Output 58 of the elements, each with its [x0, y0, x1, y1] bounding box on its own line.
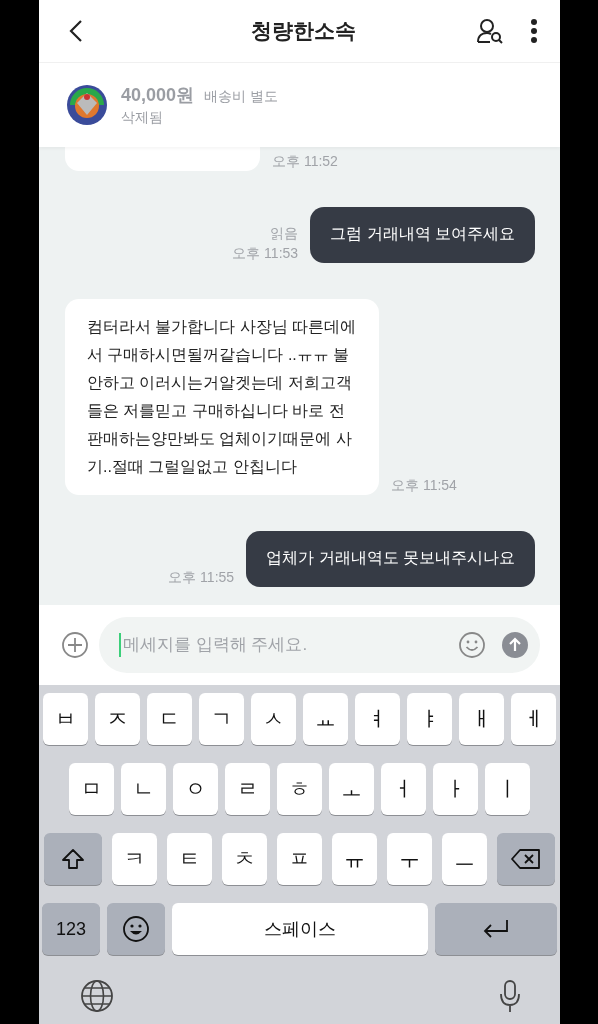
product-status: 삭제됨 — [121, 109, 164, 127]
keyboard-key[interactable]: ㅣ — [485, 763, 530, 815]
keyboard-key[interactable]: ㅕ — [355, 693, 400, 745]
keyboard-key[interactable]: ㅡ — [442, 833, 487, 885]
keyboard-key[interactable]: ㅊ — [222, 833, 267, 885]
message-time: 오후 11:55 — [168, 568, 235, 587]
keyboard-key[interactable]: ㅗ — [329, 763, 374, 815]
keyboard-key[interactable]: ㅂ — [43, 693, 88, 745]
space-key[interactable]: 스페이스 — [172, 903, 428, 955]
keyboard-key[interactable]: ㅎ — [277, 763, 322, 815]
back-icon[interactable] — [69, 19, 83, 43]
keyboard-key[interactable]: ㅇ — [173, 763, 218, 815]
keyboard-key[interactable]: ㅁ — [69, 763, 114, 815]
emoji-key[interactable] — [107, 903, 165, 955]
return-arrow-icon — [481, 918, 511, 940]
add-icon[interactable] — [61, 631, 89, 659]
keyboard-key[interactable]: ㅑ — [407, 693, 452, 745]
send-icon[interactable] — [502, 632, 528, 658]
emoji-icon[interactable] — [458, 631, 486, 659]
keyboard-key[interactable]: ㅌ — [167, 833, 212, 885]
read-receipt: 읽음 — [270, 224, 299, 243]
backspace-icon — [511, 848, 541, 870]
message-bubble: 그럼 거래내역 보여주세요 — [310, 207, 535, 263]
message-bubble: 업체가 거래내역도 못보내주시나요 — [246, 531, 535, 587]
keyboard-key[interactable]: ㅜ — [387, 833, 432, 885]
message-input[interactable]: 메세지를 입력해 주세요. — [121, 634, 442, 656]
message-time: 오후 11:52 — [272, 152, 338, 171]
message-time: 오후 11:54 — [391, 476, 457, 495]
globe-icon[interactable] — [80, 979, 114, 1013]
shift-arrow-icon — [61, 848, 85, 870]
shift-key[interactable] — [44, 833, 102, 885]
backspace-key[interactable] — [497, 833, 555, 885]
user-search-icon[interactable] — [476, 18, 504, 44]
keyboard-key[interactable]: ㅋ — [112, 833, 157, 885]
more-icon[interactable] — [530, 18, 538, 44]
keyboard-key[interactable]: ㅓ — [381, 763, 426, 815]
keyboard-key[interactable]: ㅠ — [332, 833, 377, 885]
keyboard-key[interactable]: ㅛ — [303, 693, 348, 745]
keyboard-key[interactable]: ㄷ — [147, 693, 192, 745]
keyboard-key[interactable]: ㄹ — [225, 763, 270, 815]
number-mode-key[interactable]: 123 — [42, 903, 100, 955]
shipping-note: 배송비 별도 — [204, 88, 278, 106]
message-bubble: 컴터라서 불가합니다 사장님 따른데에서 구매하시면될꺼같습니다 ..ㅠㅠ 불안하고 이러시는거알겟는데 저희고객들은 저를믿고 구매하십니다 바로 전 판매하는양만봐도 업체이기때문에 사기..절때 그럴일없고 안칩니다 — [65, 299, 379, 495]
product-price: 40,000원 — [121, 84, 195, 107]
composer-bar[interactable]: 메세지를 입력해 주세요. — [99, 617, 540, 673]
smiley-icon — [122, 915, 150, 943]
message-time: 오후 11:53 — [232, 244, 299, 263]
keyboard-key[interactable]: ㄱ — [199, 693, 244, 745]
keyboard-key[interactable]: ㅔ — [511, 693, 556, 745]
keyboard-key[interactable]: ㅏ — [433, 763, 478, 815]
product-thumbnail-icon — [65, 83, 109, 127]
keyboard-key[interactable]: ㅐ — [459, 693, 504, 745]
chat-title: 청량한소속 — [251, 18, 356, 44]
keyboard-key[interactable]: ㅍ — [277, 833, 322, 885]
keyboard-key[interactable]: ㅈ — [95, 693, 140, 745]
keyboard-key[interactable]: ㅅ — [251, 693, 296, 745]
keyboard-key[interactable]: ㄴ — [121, 763, 166, 815]
microphone-icon[interactable] — [499, 979, 521, 1013]
